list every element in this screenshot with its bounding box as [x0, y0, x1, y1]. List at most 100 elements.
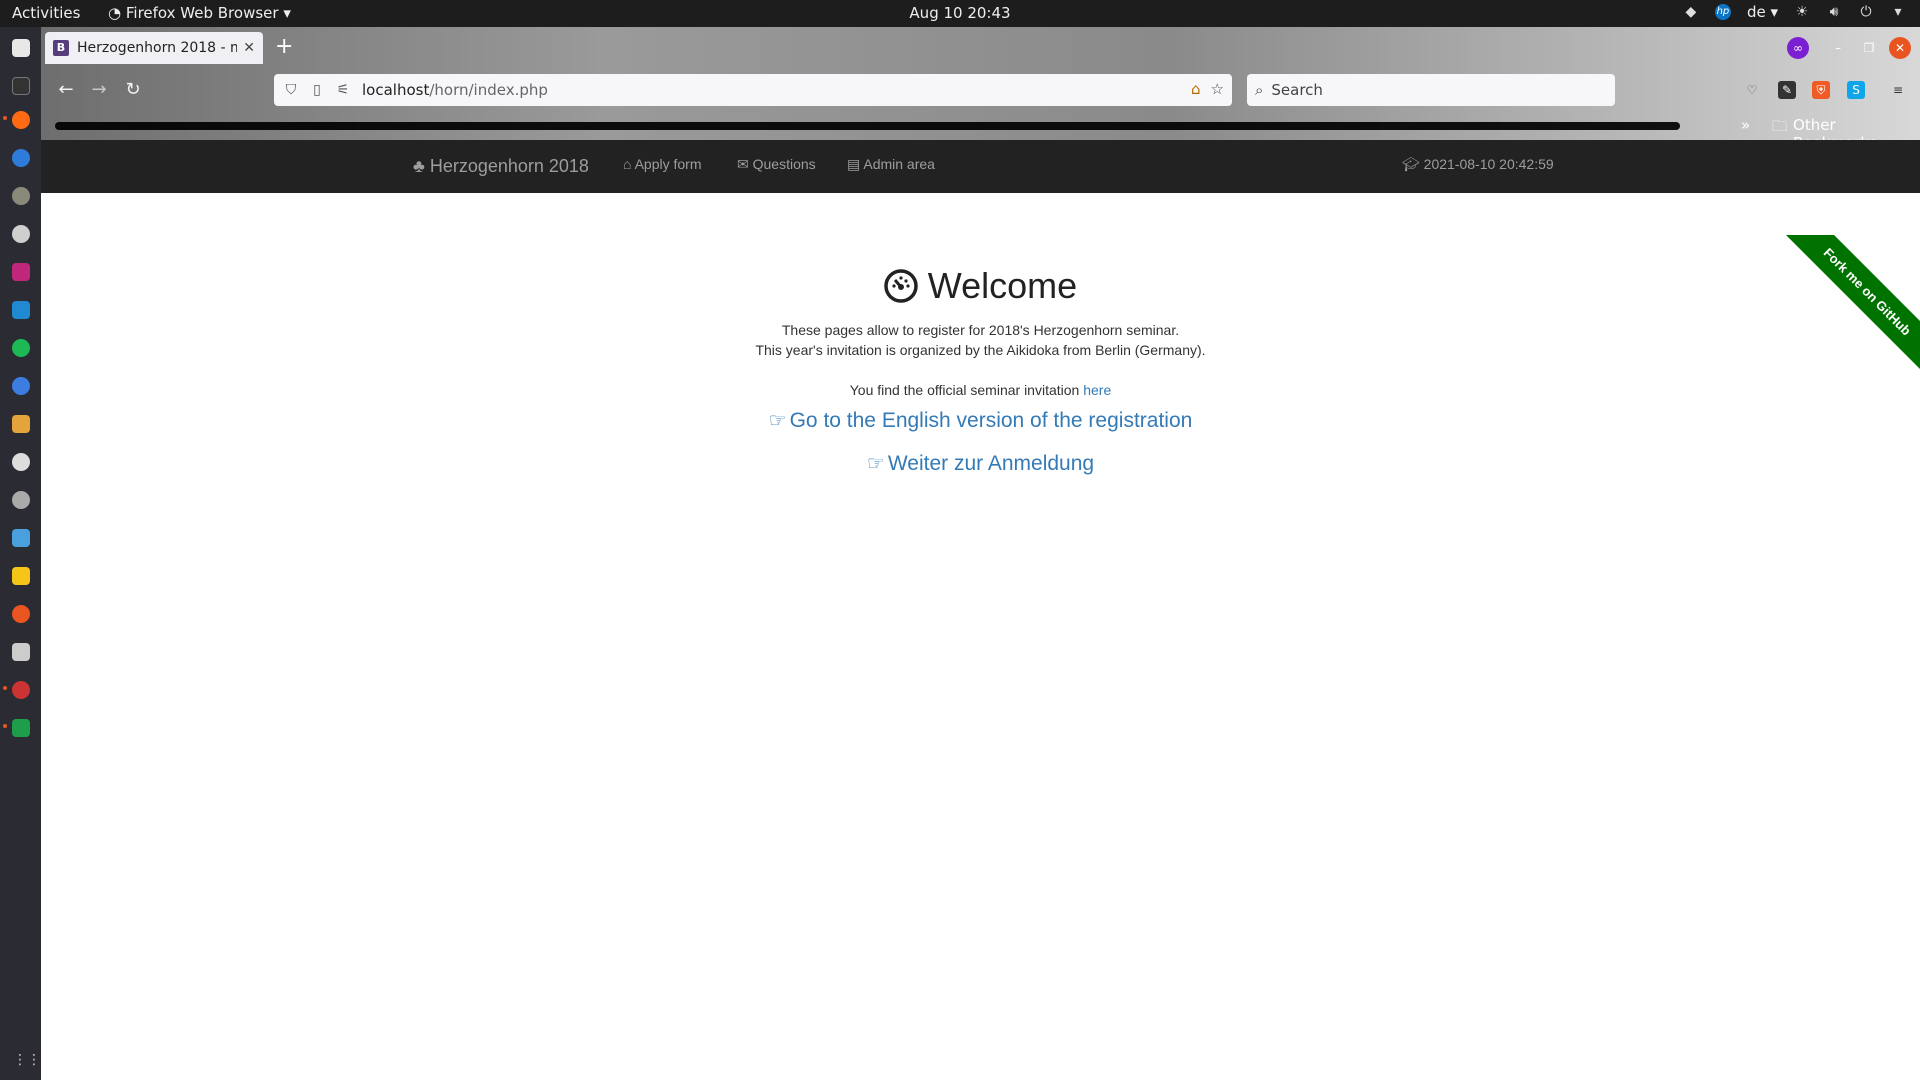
app-menu[interactable]: ◔ Firefox Web Browser ▾	[108, 4, 291, 22]
intellij-icon[interactable]	[12, 263, 30, 281]
brand-label: Herzogenhorn 2018	[429, 156, 589, 176]
navbar-brand[interactable]: ♣ Herzogenhorn 2018	[413, 156, 589, 177]
brightness-icon[interactable]: ☀	[1794, 4, 1810, 20]
home-icon[interactable]: ⌂	[1191, 80, 1201, 98]
firefox-window-chrome: B Herzogenhorn 2018 - ma ✕ + ∞ – ❐ ✕ ← →…	[41, 27, 1920, 152]
volume-icon[interactable]: 🔊︎	[1826, 4, 1842, 20]
running-indicator	[3, 686, 7, 690]
intro-paragraph: These pages allow to register for 2018's…	[41, 320, 1920, 360]
page-info-icon[interactable]: ▯	[308, 82, 326, 98]
permissions-icon[interactable]: ⚟	[334, 82, 352, 98]
intro-line-2: This year's invitation is organized by t…	[755, 342, 1206, 358]
tux-icon[interactable]	[12, 567, 30, 585]
terminal-icon[interactable]	[12, 77, 30, 95]
brave-icon[interactable]: ⛨	[1812, 81, 1830, 99]
url-host: localhost	[362, 81, 430, 99]
library-icon[interactable]	[12, 415, 30, 433]
extension-mask-icon[interactable]: ∞	[1787, 37, 1809, 59]
settings-icon[interactable]	[12, 491, 30, 509]
software-updater-icon[interactable]	[12, 453, 30, 471]
shield-icon[interactable]: ⛉	[282, 82, 300, 98]
briefcase-icon: ▤	[847, 156, 861, 172]
navigation-toolbar: ← → ↻ ⛉ ▯ ⚟ localhost/horn/index.php ⌂ ☆…	[41, 71, 1920, 109]
gimp-icon[interactable]	[12, 187, 30, 205]
remote-desktop-icon[interactable]	[12, 225, 30, 243]
reload-button[interactable]: ↻	[122, 79, 144, 101]
back-button[interactable]: ←	[55, 79, 77, 101]
more-bookmarks-icon[interactable]: »	[1741, 116, 1750, 134]
spreadsheet-icon[interactable]	[12, 719, 30, 737]
files-icon[interactable]	[12, 39, 30, 57]
nav-apply-form[interactable]: ⌂ Apply form	[623, 156, 702, 172]
tree-icon: ♣	[413, 156, 425, 176]
keyboard-layout-label: de	[1746, 3, 1766, 21]
clock[interactable]: Aug 10 20:43	[909, 4, 1010, 22]
skype-icon[interactable]: S	[1847, 81, 1865, 99]
page-title: Welcome	[884, 265, 1077, 307]
keyboard-layout-indicator[interactable]: de ▾	[1747, 3, 1778, 21]
bootstrap-favicon-icon: B	[53, 40, 69, 56]
nav-admin-area-label: Admin area	[863, 156, 935, 172]
running-indicator	[3, 724, 7, 728]
inkscape-icon[interactable]	[12, 643, 30, 661]
english-registration-link[interactable]: ☞ Go to the English version of the regist…	[769, 408, 1193, 433]
app-menu-label: Firefox Web Browser	[125, 4, 279, 22]
close-tab-icon[interactable]: ✕	[243, 40, 255, 56]
nav-apply-form-label: Apply form	[634, 156, 702, 172]
nav-questions[interactable]: ✉ Questions	[737, 156, 816, 173]
intro-line-1: These pages allow to register for 2018's…	[781, 322, 1180, 338]
screenshot-icon[interactable]	[12, 529, 30, 547]
main-content: Welcome These pages allow to register fo…	[41, 265, 1920, 476]
thunderbird-icon[interactable]	[12, 149, 30, 167]
hand-pointing-right-icon: ☞	[866, 453, 885, 475]
url-path: /horn/index.php	[429, 81, 548, 99]
server-timestamp: 🎓︎ 2021-08-10 20:42:59	[1402, 156, 1554, 173]
new-tab-button[interactable]: +	[275, 36, 293, 58]
extension-icon[interactable]: ✎	[1778, 81, 1796, 99]
forward-button[interactable]: →	[88, 79, 110, 101]
german-link-label: Weiter zur Anmeldung	[887, 452, 1095, 475]
chevron-down-icon[interactable]: ▾	[1890, 4, 1906, 20]
german-registration-link[interactable]: ☞ Weiter zur Anmeldung	[867, 451, 1094, 476]
chevron-down-icon: ▾	[283, 4, 291, 22]
url-text[interactable]: localhost/horn/index.php	[362, 81, 548, 99]
graduation-cap-icon: 🎓︎	[1402, 156, 1420, 172]
invitation-link[interactable]: here	[1083, 382, 1111, 398]
show-applications-icon[interactable]: ⋮⋮⋮	[13, 1052, 55, 1068]
bookmarks-toolbar: » 🗀︎ Other Bookmarks	[41, 111, 1920, 152]
ubuntu-store-icon[interactable]	[12, 605, 30, 623]
envelope-icon: ✉	[737, 156, 749, 172]
nav-admin-area[interactable]: ▤ Admin area	[847, 156, 935, 173]
hp-icon[interactable]: hp	[1714, 4, 1731, 20]
pocket-icon[interactable]: ♡	[1743, 81, 1761, 99]
minimize-button[interactable]: –	[1827, 37, 1849, 59]
power-icon[interactable]: ⏻	[1858, 4, 1874, 20]
close-window-button[interactable]: ✕	[1889, 37, 1911, 59]
search-bar[interactable]: ⌕ Search	[1247, 74, 1615, 106]
search-icon: ⌕	[1255, 81, 1264, 99]
bookmark-star-icon[interactable]: ☆	[1211, 80, 1224, 98]
invitation-text: You find the official seminar invitation	[849, 382, 1080, 398]
restore-button[interactable]: ❐	[1858, 37, 1880, 59]
dropbox-icon[interactable]: ◆	[1683, 4, 1699, 20]
spotify-icon[interactable]	[12, 339, 30, 357]
menu-icon[interactable]: ≡	[1889, 81, 1907, 99]
chromium-icon[interactable]	[12, 377, 30, 395]
tab-title: Herzogenhorn 2018 - ma	[77, 40, 238, 56]
dashboard-icon	[884, 269, 918, 303]
site-navbar: ♣ Herzogenhorn 2018 ⌂ Apply form ✉ Quest…	[41, 140, 1920, 193]
english-link-label: Go to the English version of the registr…	[789, 409, 1193, 432]
activities-button[interactable]: Activities	[12, 4, 80, 22]
invitation-paragraph: You find the official seminar invitation…	[41, 380, 1920, 400]
vscode-icon[interactable]	[12, 301, 30, 319]
redacted-bookmarks	[55, 122, 1680, 130]
running-indicator	[3, 116, 7, 120]
url-bar[interactable]: ⛉ ▯ ⚟ localhost/horn/index.php ⌂ ☆	[274, 74, 1232, 106]
welcome-heading: Welcome	[927, 265, 1078, 306]
game-icon[interactable]	[12, 681, 30, 699]
web-page: ♣ Herzogenhorn 2018 ⌂ Apply form ✉ Quest…	[41, 140, 1920, 1080]
timestamp-label: 2021-08-10 20:42:59	[1423, 156, 1554, 172]
nav-questions-label: Questions	[752, 156, 816, 172]
firefox-icon[interactable]	[12, 111, 30, 129]
browser-tab[interactable]: B Herzogenhorn 2018 - ma ✕	[45, 32, 263, 64]
